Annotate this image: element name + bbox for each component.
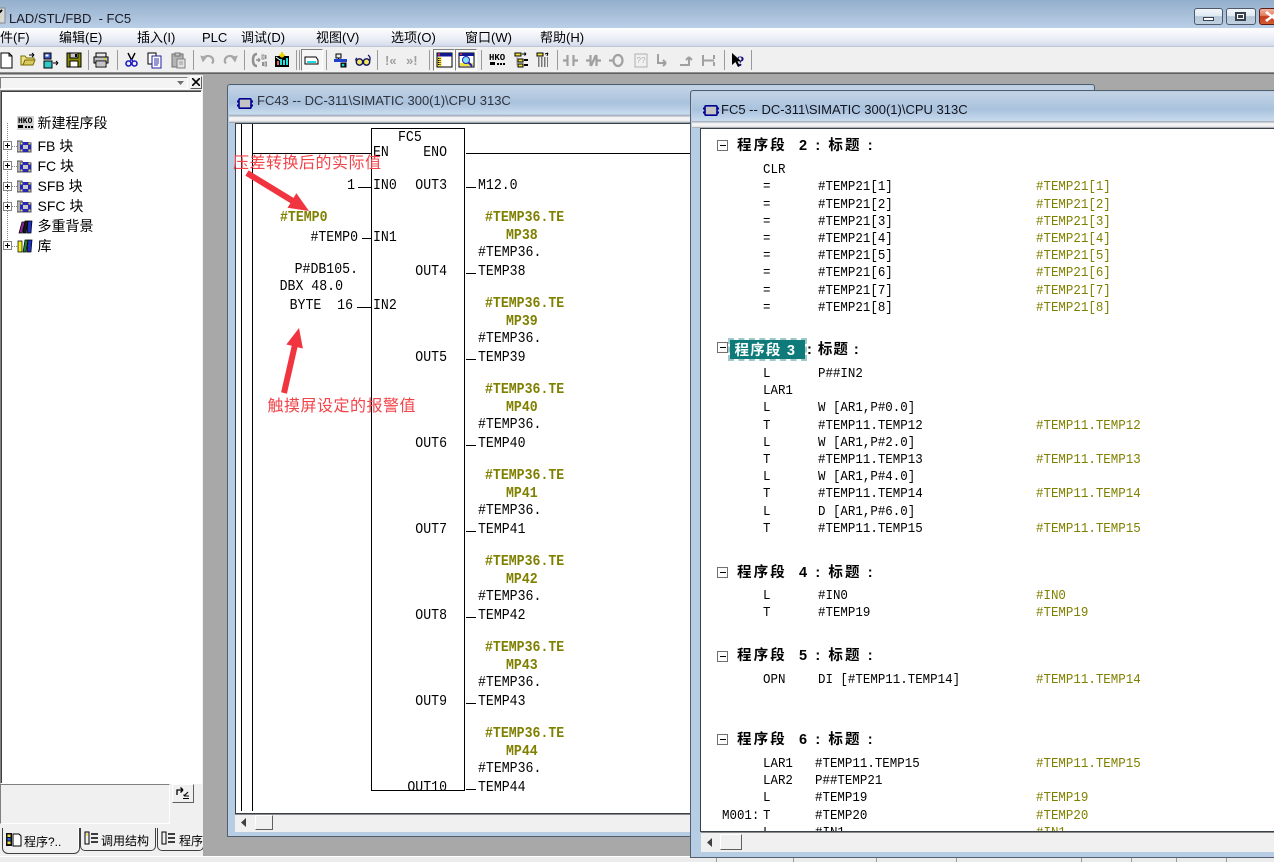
svg-text:HKO: HKO [489, 53, 506, 63]
svg-text:HKO: HKO [18, 117, 33, 126]
svg-text:??: ?? [636, 56, 645, 65]
svg-text:!«: !« [385, 53, 397, 68]
svg-text:»!: »! [406, 53, 418, 68]
svg-text:?: ? [737, 54, 745, 69]
